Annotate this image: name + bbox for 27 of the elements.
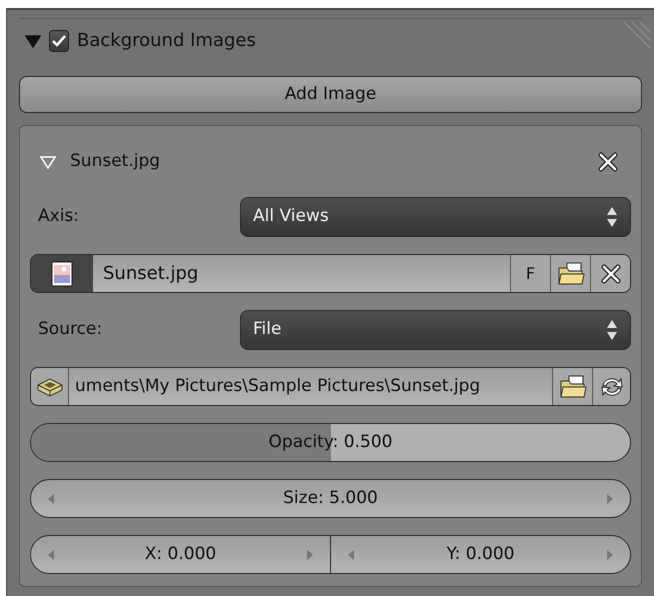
enable-checkbox[interactable] bbox=[49, 30, 69, 52]
opacity-slider[interactable]: Opacity: 0.500 bbox=[30, 423, 631, 462]
drag-handle-icon[interactable] bbox=[622, 20, 652, 50]
opacity-value: Opacity: 0.500 bbox=[268, 430, 392, 454]
field-label: Source: bbox=[37, 318, 104, 342]
folder-icon bbox=[558, 374, 586, 398]
folder-icon bbox=[556, 262, 584, 286]
add-image-button[interactable]: Add Image bbox=[19, 76, 642, 113]
file-path-field[interactable]: uments\My Pictures\Sample Pictures\Sunset.jpg bbox=[69, 368, 552, 405]
image-browse-button[interactable] bbox=[31, 255, 93, 292]
field-label: Axis: bbox=[37, 205, 80, 228]
fake-user-button[interactable]: F bbox=[510, 255, 550, 292]
panel-title: Background Images bbox=[77, 29, 256, 53]
image-icon bbox=[50, 260, 74, 286]
up-down-arrows-icon bbox=[606, 319, 618, 341]
unlink-image-button[interactable] bbox=[590, 255, 630, 292]
close-icon bbox=[597, 151, 619, 173]
source-dropdown[interactable]: File bbox=[240, 310, 631, 350]
image-name-field[interactable]: Sunset.jpg bbox=[93, 255, 510, 292]
image-name: Sunset.jpg bbox=[70, 150, 162, 174]
collapse-triangle-icon[interactable] bbox=[25, 34, 41, 48]
reload-icon bbox=[598, 374, 624, 398]
close-icon bbox=[600, 262, 622, 284]
open-image-button[interactable] bbox=[550, 255, 590, 292]
up-down-arrows-icon bbox=[606, 206, 618, 228]
axis-dropdown[interactable]: All Views bbox=[240, 197, 631, 237]
package-icon bbox=[36, 376, 62, 396]
